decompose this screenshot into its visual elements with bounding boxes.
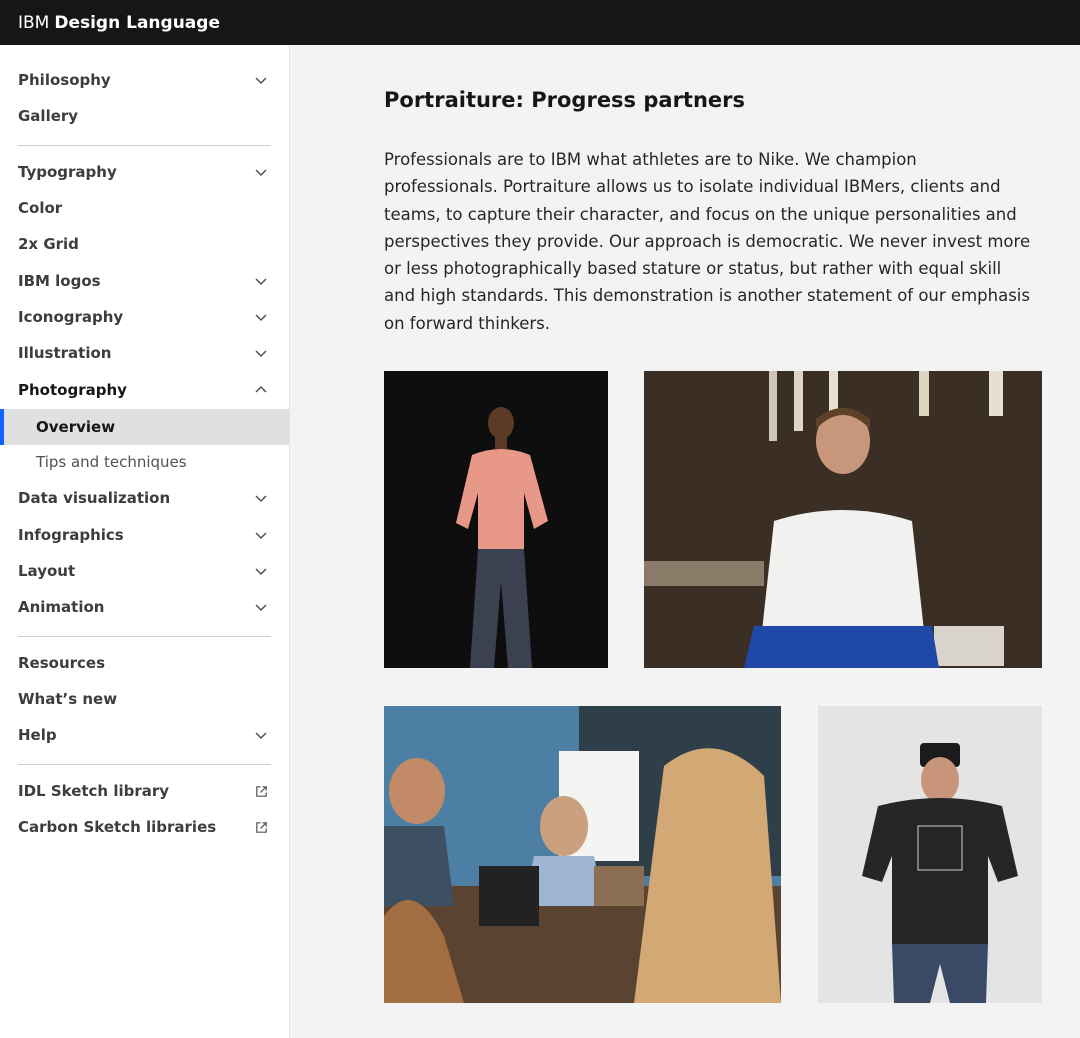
intro-paragraph: Professionals are to IBM what athletes a… <box>384 150 1031 333</box>
portrait-photo-man-vr-headset <box>818 706 1042 1003</box>
sidebar-item-2x-grid[interactable]: 2x Grid <box>0 226 289 262</box>
sidebar-item-label: What’s new <box>18 690 118 708</box>
chevron-down-icon <box>255 532 267 540</box>
sidebar-item-label: Gallery <box>18 107 79 125</box>
chevron-down-icon <box>255 732 267 740</box>
chevron-down-icon <box>255 77 267 85</box>
sidebar-item-color[interactable]: Color <box>0 190 289 226</box>
sidebar-divider <box>18 764 271 765</box>
sidebar-item-illustration[interactable]: Illustration <box>0 335 289 371</box>
sidebar-item-resources[interactable]: Resources <box>0 645 289 681</box>
sidebar-item-label: Philosophy <box>18 71 111 89</box>
chevron-down-icon <box>255 604 267 612</box>
chevron-down-icon <box>255 314 267 322</box>
external-link-icon <box>256 786 267 797</box>
portrait-photo-woman-workshop <box>644 371 1042 668</box>
chevron-down-icon <box>255 169 267 177</box>
meeting-illustration <box>384 706 781 1003</box>
chevron-down-icon <box>255 495 267 503</box>
sidebar-item-help[interactable]: Help <box>0 717 289 753</box>
page-title: Portraiture: Progress partners <box>384 88 745 112</box>
sidebar-item-data-visualization[interactable]: Data visualization <box>0 480 289 516</box>
sidebar-item-whats-new[interactable]: What’s new <box>0 681 289 717</box>
team-meeting-photo <box>384 706 781 1003</box>
sidebar-item-typography[interactable]: Typography <box>0 154 289 190</box>
sidebar-item-label: Infographics <box>18 526 124 544</box>
external-link-icon <box>256 822 267 833</box>
sidebar-item-tips-and-techniques[interactable]: Tips and techniques <box>0 444 289 480</box>
sidebar-divider <box>18 145 271 146</box>
sidebar-item-philosophy[interactable]: Philosophy <box>0 62 289 98</box>
chevron-up-icon <box>255 385 267 393</box>
sidebar-item-label: 2x Grid <box>18 235 79 253</box>
sidebar-item-label: Carbon Sketch libraries <box>18 818 217 836</box>
sidebar-item-label: Data visualization <box>18 489 171 507</box>
portrait-photo-woman-pink-shirt <box>384 371 608 668</box>
sidebar-item-label: Color <box>18 199 63 217</box>
sidebar-item-label: Iconography <box>18 308 124 326</box>
main-content: Portraiture: Progress partners Professio… <box>290 45 1080 1038</box>
sidebar-item-photography[interactable]: Photography <box>0 372 289 408</box>
sidebar-item-label: Animation <box>18 598 105 616</box>
chevron-down-icon <box>255 568 267 576</box>
sidebar-item-label: Layout <box>18 562 76 580</box>
sidebar-item-label: IDL Sketch library <box>18 782 170 800</box>
sidebar-item-carbon-sketch-libraries[interactable]: Carbon Sketch libraries <box>0 809 289 845</box>
sidebar-divider <box>18 636 271 637</box>
top-bar: IBM Design Language <box>0 0 1080 45</box>
sidebar-item-label: IBM logos <box>18 272 101 290</box>
sidebar-item-gallery[interactable]: Gallery <box>0 98 289 134</box>
chevron-down-icon <box>255 350 267 358</box>
sidebar-item-label: Typography <box>18 163 117 181</box>
brand-prefix[interactable]: IBM <box>18 13 49 33</box>
sidebar-item-overview[interactable]: Overview <box>0 409 289 445</box>
brand-name[interactable]: Design Language <box>54 13 220 33</box>
portrait-illustration <box>644 371 1042 668</box>
chevron-down-icon <box>255 278 267 286</box>
sidebar-item-label: Photography <box>18 381 127 399</box>
page-title-bold: Portraiture: <box>384 88 524 112</box>
sidebar-item-animation[interactable]: Animation <box>0 589 289 625</box>
portrait-illustration <box>384 371 608 668</box>
portrait-illustration <box>818 706 1042 1003</box>
sidebar-item-label: Overview <box>36 418 116 436</box>
sidebar-item-label: Help <box>18 726 57 744</box>
sidebar-item-label: Resources <box>18 654 106 672</box>
sidebar-nav: Philosophy Gallery Typography Color 2x G… <box>0 45 290 1038</box>
page-title-rest: Progress partners <box>531 88 746 112</box>
sidebar-item-infographics[interactable]: Infographics <box>0 517 289 553</box>
sidebar-item-label: Illustration <box>18 344 112 362</box>
sidebar-item-label: Tips and techniques <box>36 453 187 471</box>
sidebar-item-ibm-logos[interactable]: IBM logos <box>0 263 289 299</box>
sidebar-item-layout[interactable]: Layout <box>0 553 289 589</box>
sidebar-item-iconography[interactable]: Iconography <box>0 299 289 335</box>
sidebar-item-idl-sketch-library[interactable]: IDL Sketch library <box>0 773 289 809</box>
